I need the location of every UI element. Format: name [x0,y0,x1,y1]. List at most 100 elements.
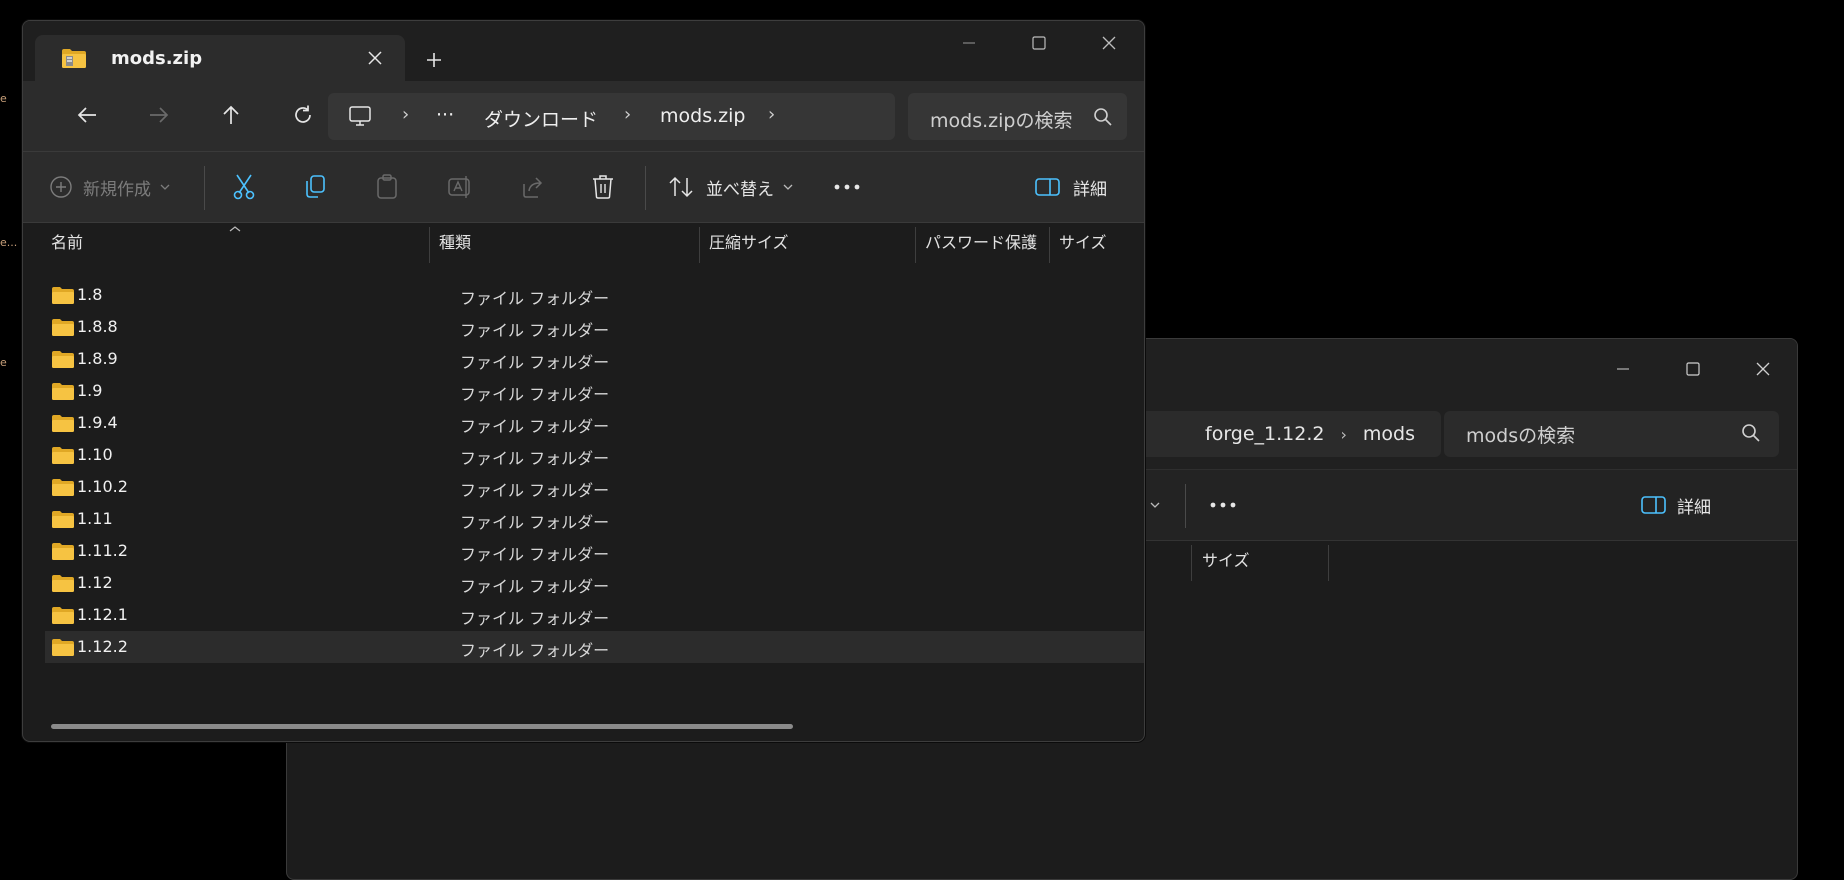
clipboard-icon [377,174,397,199]
minimize-button[interactable] [944,25,994,61]
file-row[interactable]: 1.12.1 ファイル フォルダー [45,599,1144,631]
search-box[interactable]: modsの検索 [1444,411,1779,457]
chevron-down-icon [783,184,793,190]
file-type: ファイル フォルダー [460,353,610,372]
folder-icon [52,607,74,624]
arrow-left-icon [77,107,96,123]
new-tab-button[interactable] [419,45,449,75]
breadcrumb-segment[interactable]: forge_1.12.2 [1189,423,1340,445]
file-row[interactable]: 1.10.2 ファイル フォルダー [45,471,1144,503]
arrow-up-icon [223,105,239,124]
maximize-icon [1686,362,1700,376]
file-name: 1.12 [77,573,113,592]
column-header-size[interactable]: サイズ [1202,541,1250,581]
scissors-icon [233,174,255,200]
column-header-size[interactable]: サイズ [1059,223,1107,263]
maximize-button[interactable] [1014,25,1064,61]
cut-button[interactable] [231,168,257,206]
file-name: 1.8.8 [77,317,118,336]
breadcrumb-segment[interactable]: mods [1347,423,1431,445]
breadcrumb-mods-zip[interactable]: mods.zip [660,105,745,127]
search-icon[interactable] [1093,107,1113,127]
column-header-password[interactable]: パスワード保護 [925,223,1037,263]
tab-mods-zip[interactable]: mods.zip [35,35,405,81]
address-bar[interactable]: › ··· ダウンロード › mods.zip › [328,93,895,140]
close-icon [1756,362,1770,376]
minimize-button[interactable] [1598,351,1648,387]
file-row[interactable]: 1.9.4 ファイル フォルダー [45,407,1144,439]
column-header-compressed-size[interactable]: 圧縮サイズ [709,223,789,263]
file-row[interactable]: 1.11 ファイル フォルダー [45,503,1144,535]
file-row[interactable]: 1.12 ファイル フォルダー [45,567,1144,599]
file-type: ファイル フォルダー [460,417,610,436]
close-button[interactable] [1738,351,1788,387]
file-name: 1.8.9 [77,349,118,368]
this-pc-icon[interactable] [348,105,372,127]
details-pane-icon [1035,178,1060,196]
copy-button[interactable] [303,168,327,206]
folder-icon [52,447,74,464]
column-header-name[interactable]: 名前 [51,223,83,263]
arrow-right-icon [150,107,169,123]
file-name: 1.10.2 [77,477,128,496]
file-row[interactable]: 1.8.8 ファイル フォルダー [45,311,1144,343]
file-row[interactable]: 1.8.9 ファイル フォルダー [45,343,1144,375]
forward-button[interactable] [139,95,179,135]
search-icon[interactable] [1741,423,1761,443]
desktop-label-fragment: e [0,356,7,369]
sort-ascending-icon [229,226,241,232]
minimize-icon [1617,368,1629,370]
details-pane-button[interactable]: 詳細 [1035,168,1107,206]
minimize-icon [963,42,975,44]
new-button[interactable]: 新規作成 [49,168,171,206]
breadcrumb-overflow[interactable]: ··· [436,104,454,126]
refresh-button[interactable] [283,95,323,135]
maximize-button[interactable] [1668,351,1718,387]
chevron-right-icon[interactable]: › [624,104,631,125]
folder-icon [52,383,74,400]
folder-icon [52,511,74,528]
folder-icon [52,319,74,336]
close-button[interactable] [1084,25,1134,61]
title-bar[interactable]: mods.zip [23,21,1144,81]
paste-button[interactable] [375,168,399,206]
file-row[interactable]: 1.11.2 ファイル フォルダー [45,535,1144,567]
folder-icon [52,415,74,432]
copy-icon [306,175,325,198]
search-placeholder: modsの検索 [1466,424,1576,447]
chevron-right-icon[interactable]: › [402,104,409,125]
file-type: ファイル フォルダー [460,289,610,308]
column-header-type[interactable]: 種類 [439,223,471,263]
tab-title: mods.zip [111,47,203,69]
horizontal-scrollbar[interactable] [51,724,793,729]
sort-button[interactable]: 並べ替え [668,168,794,206]
desktop-label-fragment: e... [0,236,18,249]
close-tab-icon[interactable] [363,46,387,70]
file-name: 1.12.1 [77,605,128,624]
chevron-right-icon[interactable]: › [768,104,775,125]
new-label: 新規作成 [83,179,151,200]
more-icon [834,184,860,190]
details-label: 詳細 [1073,179,1107,200]
explorer-window-mods-zip[interactable]: mods.zip › ··· ダウンロード › mods.zip › mods.… [22,20,1145,742]
delete-button[interactable] [591,168,615,206]
file-row[interactable]: 1.8 ファイル フォルダー [45,279,1144,311]
plus-icon [427,53,441,67]
share-icon [523,177,543,198]
chevron-down-icon [1150,502,1160,508]
more-options-button[interactable] [833,168,861,206]
search-box[interactable]: mods.zipの検索 [908,93,1127,140]
share-button[interactable] [519,168,545,206]
desktop-label-fragment: e [0,92,7,105]
rename-button[interactable] [447,168,473,206]
details-label: 詳細 [1677,497,1711,518]
file-row[interactable]: 1.9 ファイル フォルダー [45,375,1144,407]
file-row[interactable]: 1.12.2 ファイル フォルダー [45,631,1144,663]
back-button[interactable] [67,95,107,135]
more-options-button[interactable] [1209,486,1237,524]
breadcrumb-downloads[interactable]: ダウンロード [484,105,598,132]
folder-icon [52,575,74,592]
details-pane-button[interactable]: 詳細 [1641,486,1711,524]
up-button[interactable] [211,95,251,135]
file-row[interactable]: 1.10 ファイル フォルダー [45,439,1144,471]
